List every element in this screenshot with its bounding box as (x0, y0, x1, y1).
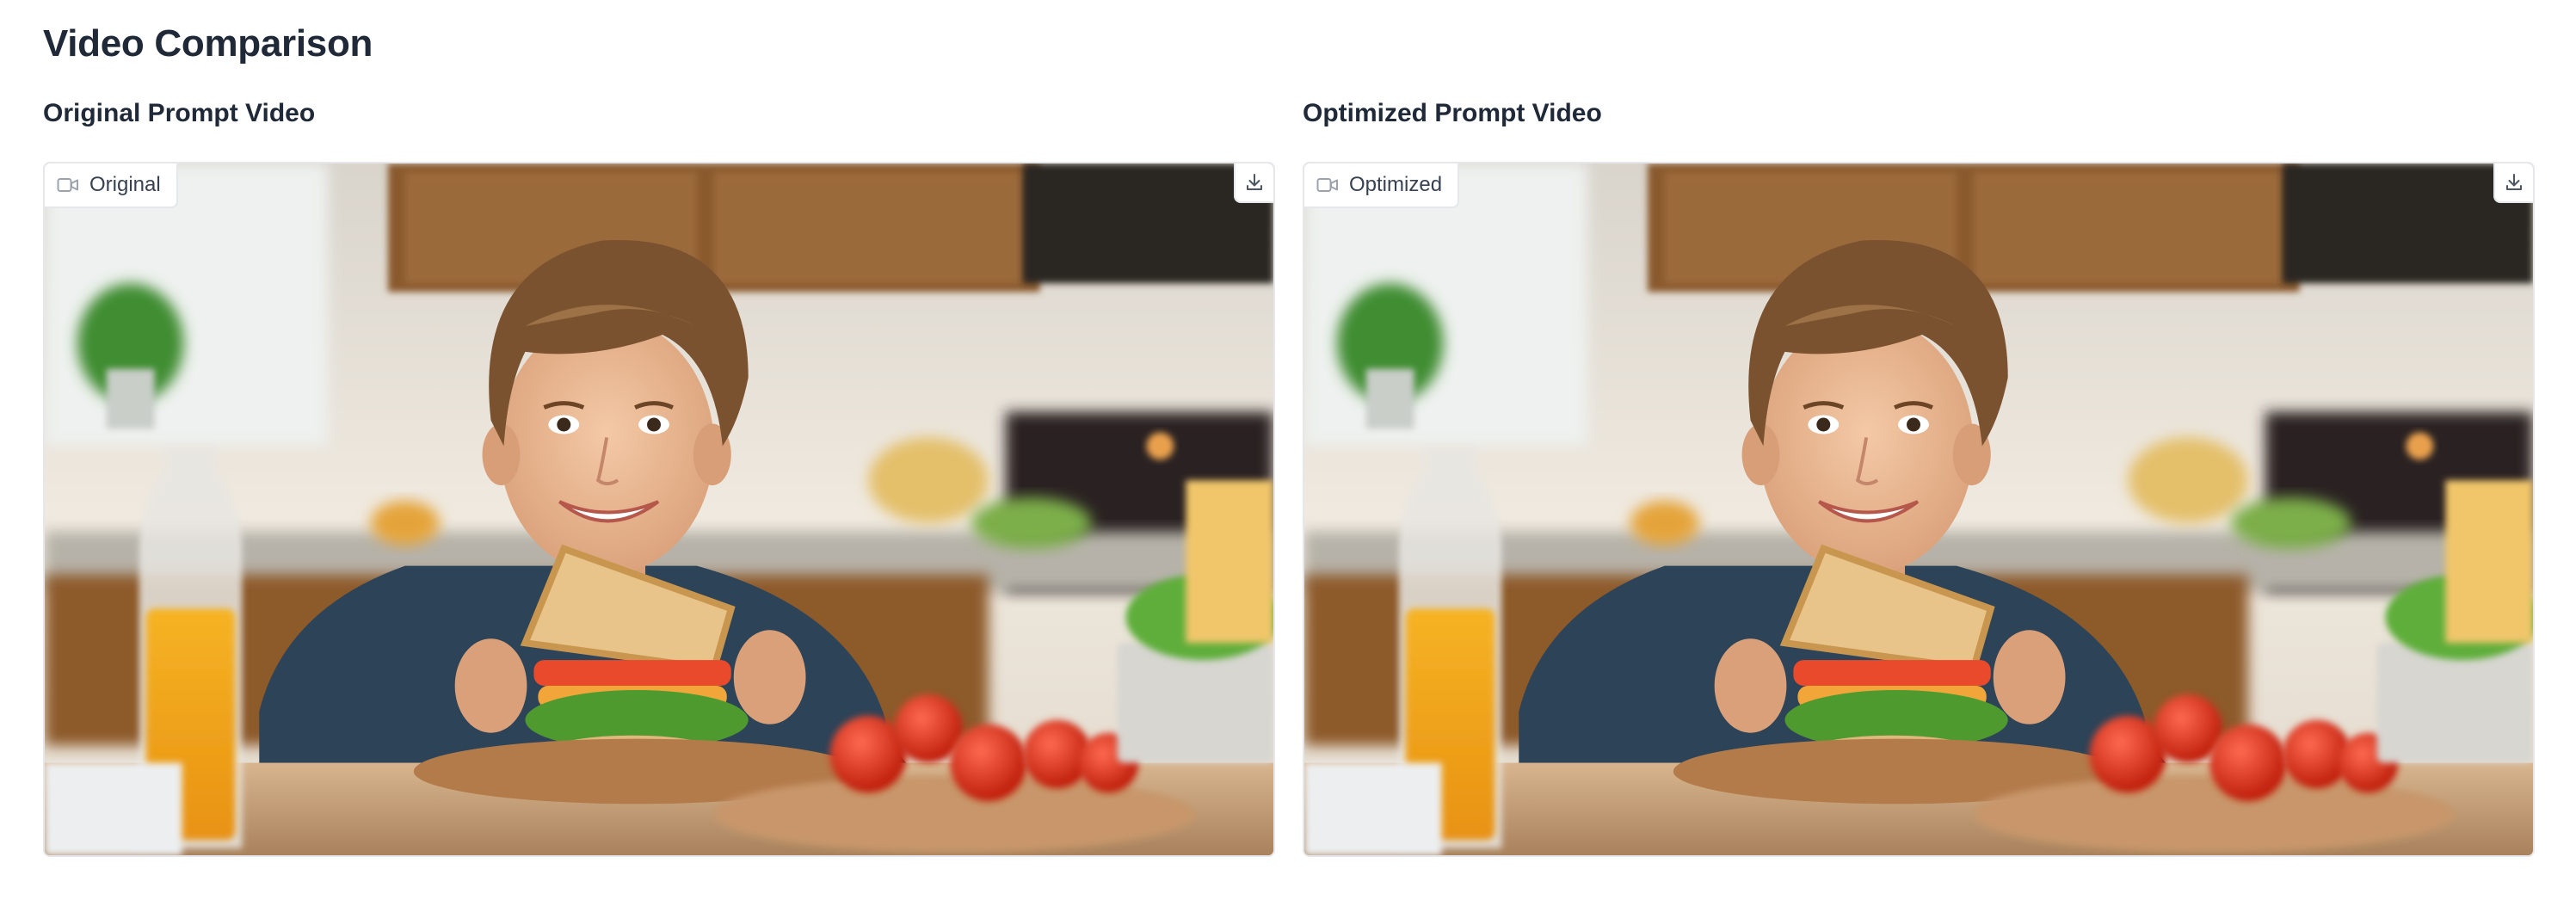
original-video-panel: Original Prompt Video Original (43, 0, 1275, 900)
download-icon (2506, 174, 2522, 190)
download-icon (1247, 174, 1262, 190)
optimized-download-button[interactable] (2493, 163, 2533, 203)
optimized-video-heading: Optimized Prompt Video (1303, 99, 1602, 127)
optimized-video-player[interactable]: Optimized (1303, 162, 2535, 857)
original-video-badge: Original (45, 163, 178, 208)
optimized-video-frame-image (1304, 163, 2533, 855)
original-video-badge-label: Original (89, 173, 161, 196)
video-camera-icon (1316, 178, 1338, 192)
original-download-button[interactable] (1234, 163, 1273, 203)
video-camera-icon (57, 178, 78, 192)
original-video-frame-image (45, 163, 1273, 855)
optimized-video-badge-label: Optimized (1349, 173, 1443, 196)
original-video-player[interactable]: Original (43, 162, 1275, 857)
optimized-video-panel: Optimized Prompt Video Optimized (1303, 0, 2535, 900)
original-video-heading: Original Prompt Video (43, 99, 316, 127)
optimized-video-badge: Optimized (1304, 163, 1460, 208)
